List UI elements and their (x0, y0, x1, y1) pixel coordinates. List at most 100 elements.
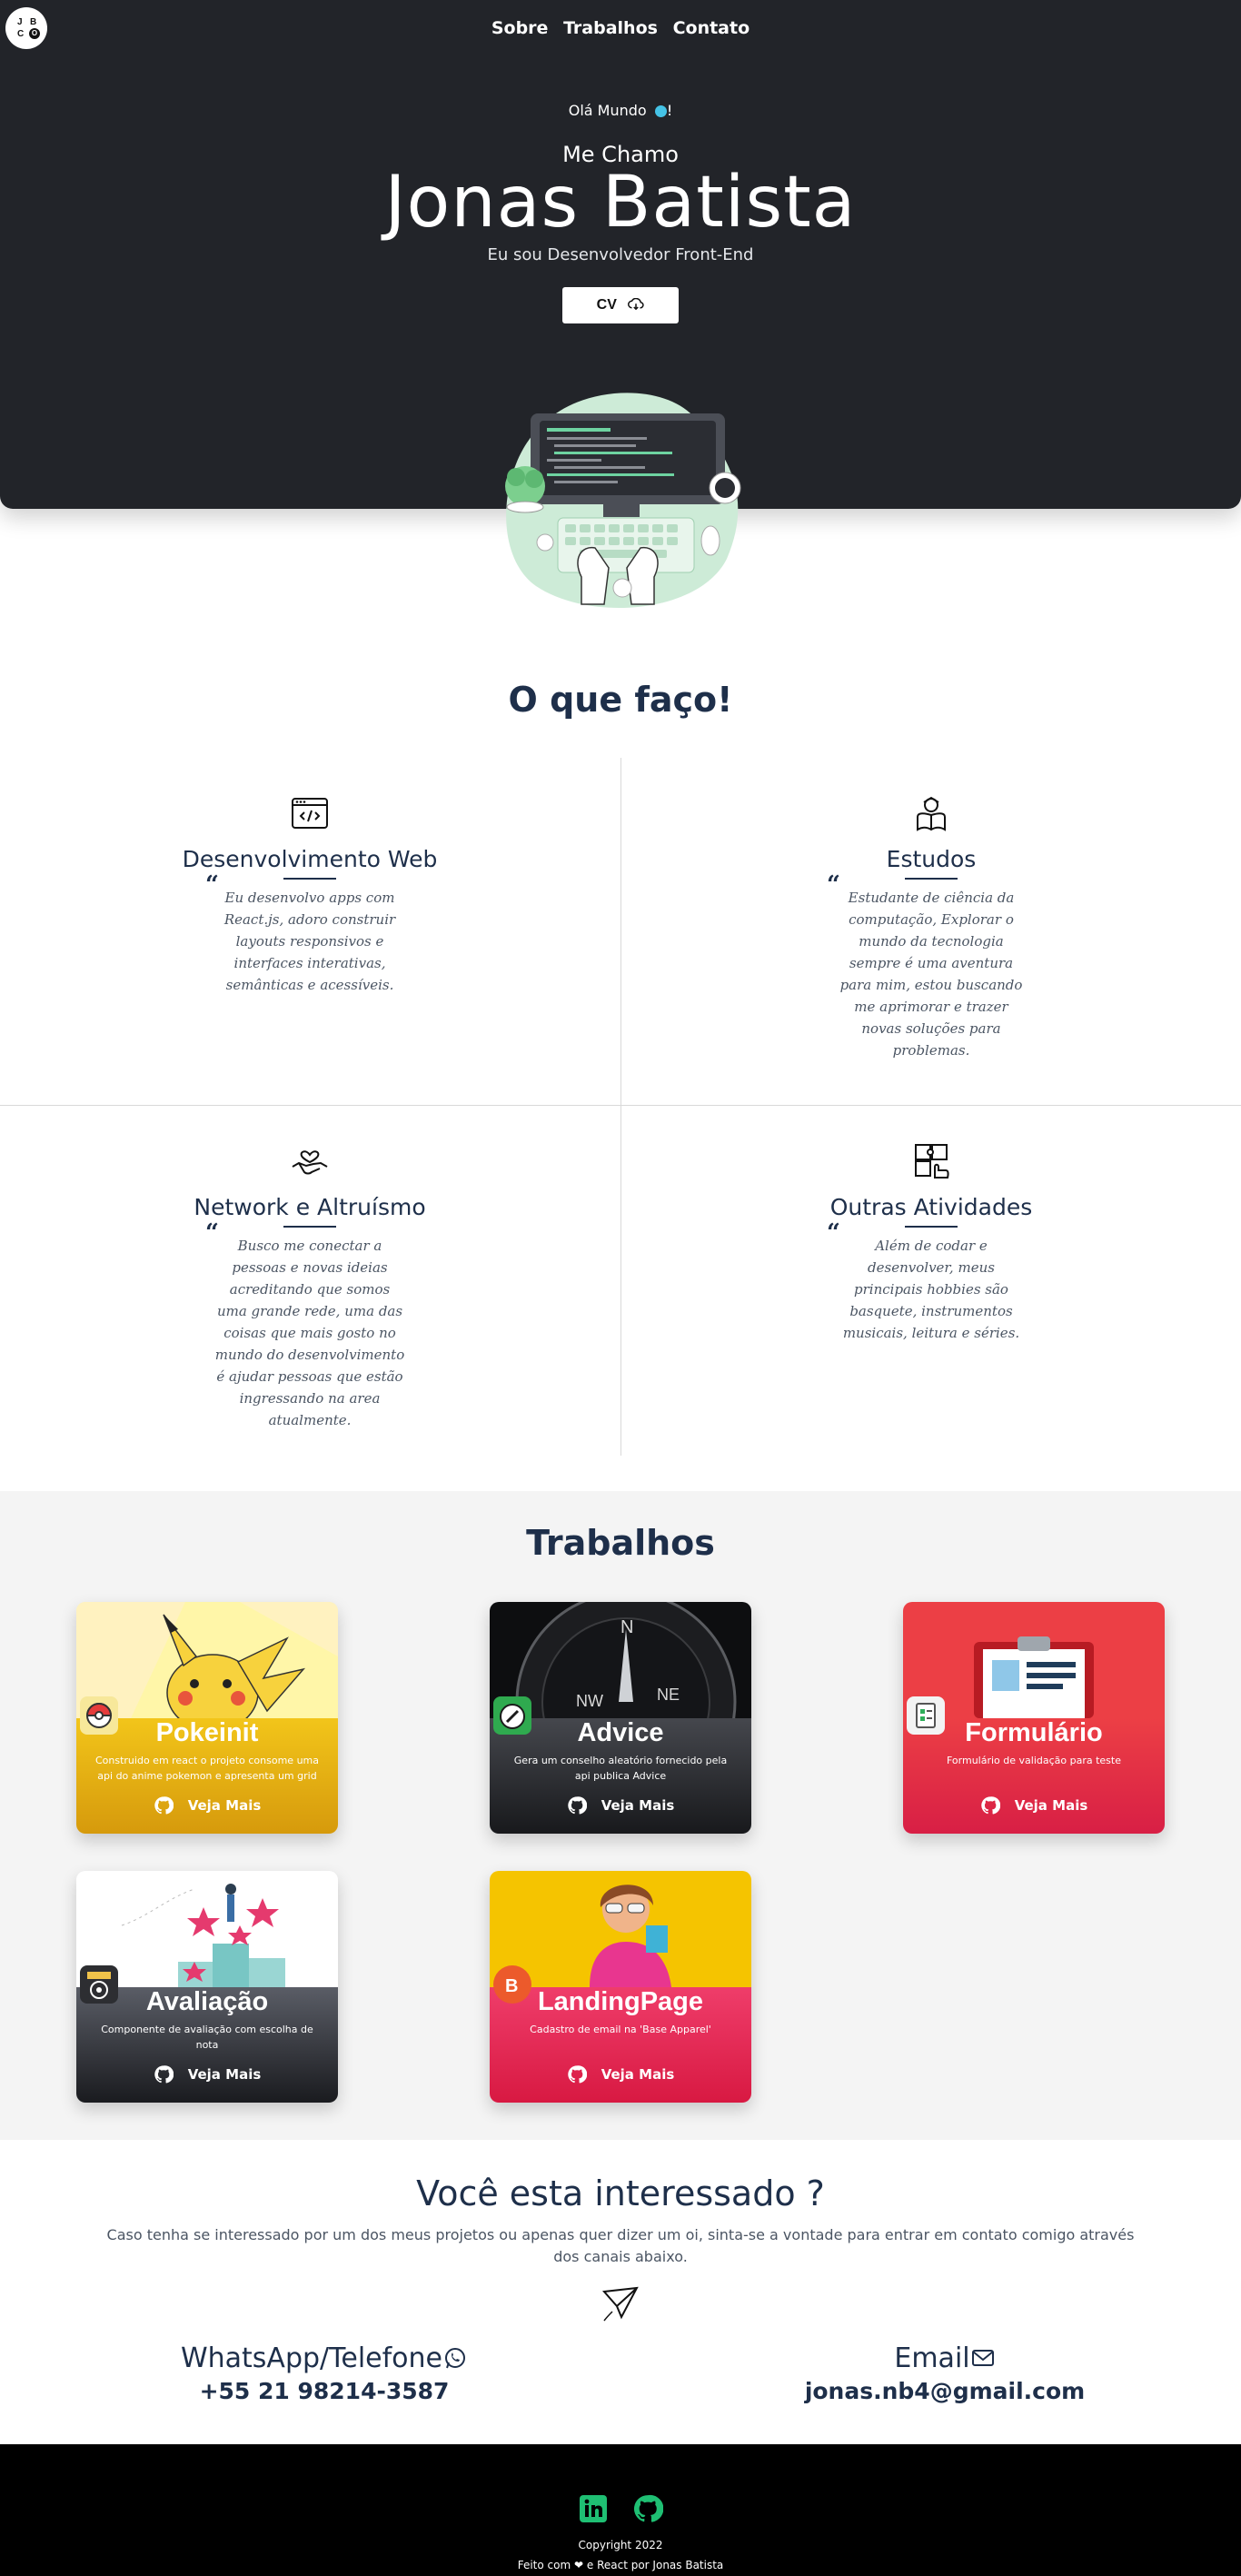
card-description: Componente de avaliação com escolha de n… (101, 2024, 313, 2051)
nav-link-trabalhos[interactable]: Trabalhos (563, 18, 658, 38)
card-panel: Pokeinit Construido em react o projeto c… (76, 1718, 338, 1834)
card-panel: Advice Gera um conselho aleatório fornec… (490, 1718, 751, 1834)
whatsapp-icon (445, 2348, 466, 2369)
phone-number-link[interactable]: +55 21 98214-3587 (136, 2378, 512, 2404)
project-card-avaliacao[interactable]: Avaliação Componente de avaliação com es… (76, 1871, 338, 2103)
puzzle-hand-icon (915, 1144, 949, 1179)
service-card-studies: Estudos Estudante de ciência da computaç… (750, 793, 1113, 1061)
made-with-suffix: e React por Jonas Batista (586, 2559, 724, 2571)
title-underline (283, 1226, 336, 1228)
nav-link-contato[interactable]: Contato (673, 18, 750, 38)
card-panel: Formulário Formulário de validação para … (903, 1718, 1165, 1834)
title-underline (283, 878, 336, 880)
greeting-suffix: ! (666, 102, 673, 119)
handshake-heart-icon (292, 1150, 328, 1175)
copyright-text: Copyright 2022 (578, 2539, 663, 2551)
linkedin-icon[interactable] (578, 2493, 609, 2524)
svg-text:N: N (620, 1617, 633, 1637)
contact-description: Caso tenha se interessado por um dos meu… (106, 2226, 1135, 2265)
service-description: Eu desenvolvo apps com React.js, adoro c… (205, 874, 405, 996)
see-more-label: Veja Mais (187, 2066, 262, 2083)
made-with-text: Feito com ❤ e React por Jonas Batista (0, 2555, 1241, 2575)
letter-b-icon: B (493, 1965, 531, 2004)
service-card-web: Desenvolvimento Web Eu desenvolvo apps c… (128, 793, 491, 996)
phone-label: WhatsApp/Telefone (180, 2342, 443, 2374)
cv-button-label: CV (596, 297, 617, 313)
see-more-label: Veja Mais (601, 2066, 675, 2083)
form-icon (907, 1696, 945, 1735)
see-more-link[interactable]: Veja Mais (76, 2064, 338, 2084)
cloud-download-icon (628, 297, 644, 311)
service-description: Busco me conectar a pessoas e novas idei… (205, 1222, 405, 1431)
made-with-prefix: Feito com (517, 2559, 571, 2571)
service-description: Estudante de ciência da computação, Expl… (827, 874, 1027, 1061)
greeting-text: Olá Mundo (568, 102, 647, 119)
email-link[interactable]: jonas.nb4@gmail.com (763, 2378, 1127, 2404)
svg-text:B: B (505, 1976, 518, 1996)
svg-text:NW: NW (576, 1692, 603, 1710)
service-title: Network e Altruísmo (194, 1194, 426, 1220)
title-underline (905, 878, 958, 880)
see-more-link[interactable]: Veja Mais (490, 1795, 751, 1815)
github-icon (567, 2065, 587, 2084)
email-label-row: Email (763, 2342, 1127, 2374)
nav-link-sobre[interactable]: Sobre (491, 18, 549, 38)
see-more-label: Veja Mais (1014, 1797, 1088, 1814)
social-links (0, 2493, 1241, 2528)
contact-email: Email jonas.nb4@gmail.com (763, 2342, 1127, 2404)
rating-icon (80, 1965, 118, 2004)
email-label: Email (894, 2342, 970, 2374)
student-reading-icon (917, 796, 946, 831)
card-description: Construido em react o projeto consome um… (94, 1755, 319, 1782)
code-window-icon (292, 798, 328, 829)
github-icon (980, 1796, 1000, 1815)
services-divider-horizontal (0, 1105, 1241, 1106)
globe-dot-icon (654, 105, 667, 117)
hero-name: Jonas Batista (384, 162, 857, 244)
contact-title: Você esta interessado ? (416, 2173, 825, 2213)
service-card-network: Network e Altruísmo Busco me conectar a … (128, 1141, 491, 1431)
service-card-other: Outras Atividades Além de codar e desenv… (750, 1141, 1113, 1344)
card-description: Formulário de validação para teste (946, 1755, 1121, 1766)
project-card-advice[interactable]: NW NE N Advice Gera um conselho aleatóri… (490, 1602, 751, 1834)
pokeball-icon (80, 1696, 118, 1735)
phone-label-row: WhatsApp/Telefone (136, 2342, 512, 2374)
services-divider-vertical (620, 758, 621, 1456)
service-title: Outras Atividades (829, 1194, 1033, 1220)
title-underline (905, 1226, 958, 1228)
contact-phone: WhatsApp/Telefone +55 21 98214-3587 (136, 2342, 512, 2404)
see-more-label: Veja Mais (187, 1797, 262, 1814)
github-icon[interactable] (632, 2493, 663, 2524)
works-title: Trabalhos (526, 1523, 715, 1563)
paper-plane-icon (601, 2286, 639, 2322)
card-description: Cadastro de email na 'Base Apparel' (530, 2024, 711, 2035)
heart-icon: ❤ (573, 2559, 584, 2571)
see-more-link[interactable]: Veja Mais (903, 1795, 1165, 1815)
github-icon (154, 2065, 174, 2084)
main-nav: Sobre Trabalhos Contato (0, 18, 1241, 38)
compass-icon (493, 1696, 531, 1735)
service-description: Além de codar e desenvolver, meus princi… (827, 1222, 1027, 1344)
project-card-pokeinit[interactable]: Pokeinit Construido em react o projeto c… (76, 1602, 338, 1834)
project-card-formulario[interactable]: Formulário Formulário de validação para … (903, 1602, 1165, 1834)
service-title: Desenvolvimento Web (182, 846, 438, 872)
see-more-link[interactable]: Veja Mais (76, 1795, 338, 1815)
cv-download-button[interactable]: CV (562, 287, 679, 323)
hero-role: Eu sou Desenvolvedor Front-End (487, 245, 754, 264)
card-panel: LandingPage Cadastro de email na 'Base A… (490, 1987, 751, 2103)
svg-text:NE: NE (657, 1686, 680, 1704)
copyright-block: Copyright 2022 Feito com ❤ e React por J… (0, 2535, 1241, 2575)
greeting: Olá Mundo ! (0, 102, 1241, 119)
service-title: Estudos (886, 846, 977, 872)
project-card-landingpage[interactable]: B LandingPage Cadastro de email na 'Base… (490, 1871, 751, 2103)
footer: Copyright 2022 Feito com ❤ e React por J… (0, 2444, 1241, 2576)
github-icon (567, 1796, 587, 1815)
developer-desk-illustration (505, 393, 741, 608)
github-icon (154, 1796, 174, 1815)
card-description: Gera um conselho aleatório fornecido pel… (513, 1755, 728, 1782)
services-title: O que faço! (508, 680, 733, 720)
see-more-link[interactable]: Veja Mais (490, 2064, 751, 2084)
see-more-label: Veja Mais (601, 1797, 675, 1814)
envelope-icon (971, 2350, 994, 2366)
card-panel: Avaliação Componente de avaliação com es… (76, 1987, 338, 2103)
